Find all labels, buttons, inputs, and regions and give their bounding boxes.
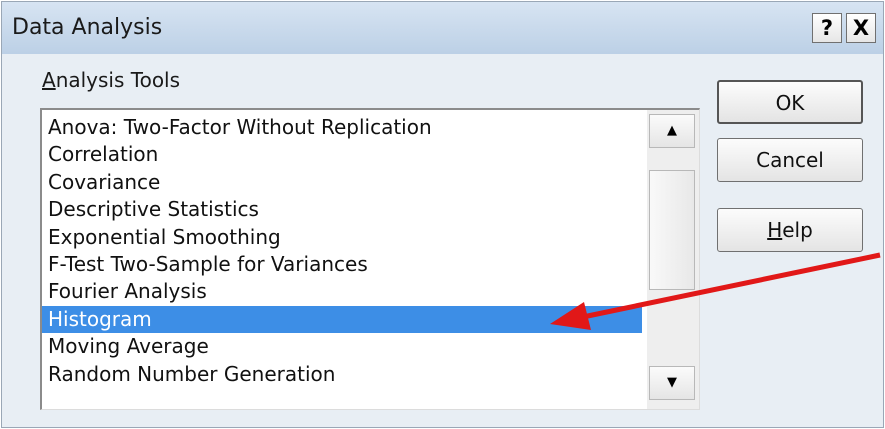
list-item[interactable]: Descriptive Statistics (42, 196, 642, 223)
data-analysis-dialog: Data Analysis ? X Analysis Tools Anova: … (1, 1, 884, 428)
scroll-up-button[interactable]: ▲ (649, 114, 695, 148)
list-item[interactable]: Anova: Two-Factor Without Replication (42, 114, 642, 141)
help-title-button[interactable]: ? (812, 13, 842, 43)
title-bar[interactable]: Data Analysis ? X (2, 2, 883, 54)
list-items: Anova: Two-Factor Without Replication Co… (42, 114, 642, 388)
scroll-down-button[interactable]: ▼ (649, 366, 695, 400)
ok-button[interactable]: OK (717, 80, 863, 124)
analysis-tools-label: Analysis Tools (42, 68, 180, 92)
list-item[interactable]: Moving Average (42, 333, 642, 360)
help-button-text: elp (782, 218, 813, 242)
list-scrollbar[interactable]: ▲ ▼ (647, 110, 699, 409)
list-item-selected[interactable]: Histogram (42, 305, 642, 334)
cancel-button[interactable]: Cancel (717, 138, 863, 182)
dialog-title: Data Analysis (12, 15, 163, 40)
list-item[interactable]: Exponential Smoothing (42, 224, 642, 251)
list-item[interactable]: Fourier Analysis (42, 278, 642, 305)
analysis-tools-list[interactable]: Anova: Two-Factor Without Replication Co… (40, 108, 700, 410)
list-item[interactable]: Correlation (42, 141, 642, 168)
list-item[interactable]: Random Number Generation (42, 361, 642, 388)
list-item[interactable]: Covariance (42, 169, 642, 196)
help-mnemonic: H (767, 218, 783, 242)
scroll-thumb[interactable] (649, 170, 695, 290)
help-button[interactable]: Help (717, 208, 863, 252)
scroll-up-icon: ▲ (667, 123, 677, 138)
analysis-tools-label-text: nalysis Tools (55, 68, 181, 92)
close-button[interactable]: X (846, 13, 876, 43)
scroll-down-icon: ▼ (667, 375, 677, 390)
list-item[interactable]: F-Test Two-Sample for Variances (42, 251, 642, 278)
analysis-tools-mnemonic: A (42, 68, 56, 92)
